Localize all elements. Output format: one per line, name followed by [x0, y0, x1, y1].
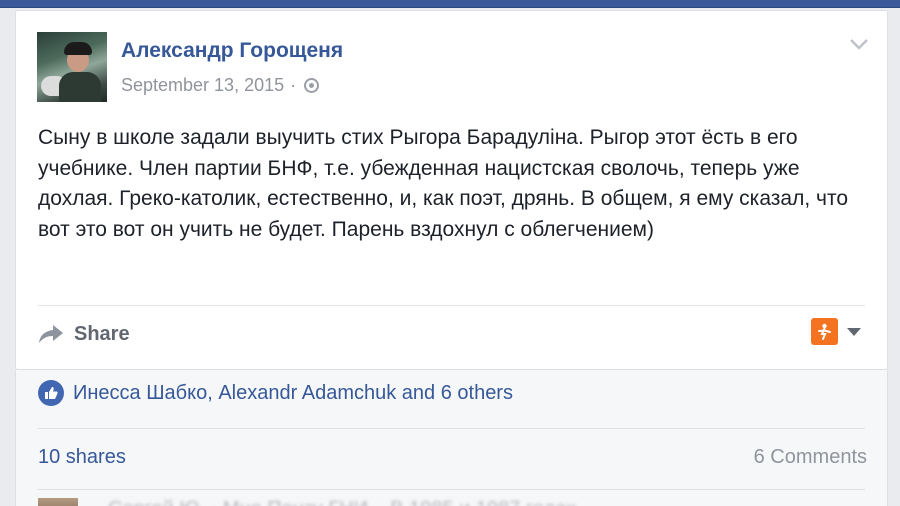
share-arrow-icon [39, 325, 63, 343]
author-avatar[interactable] [37, 32, 107, 102]
reaction-selector[interactable] [811, 318, 861, 345]
comments-count[interactable]: 6 Comments [754, 446, 867, 469]
post-card: Александр Горощеня September 13, 2015 · … [15, 10, 888, 370]
share-label: Share [74, 322, 130, 345]
likes-text[interactable]: Инесса Шабко, Alexandr Adamchuk and 6 ot… [73, 382, 513, 405]
post-footer: Инесса Шабко, Alexandr Adamchuk and 6 ot… [15, 370, 888, 506]
comment-preview: Сергей Ю. · Мне Пензу ГНИ... В 1985 и 19… [108, 498, 593, 506]
thumbs-up-icon [38, 380, 64, 406]
post-text: Сыну в школе задали выучить стих Рыгора … [38, 126, 849, 241]
post-date[interactable]: September 13, 2015 [121, 75, 284, 96]
chevron-down-icon[interactable] [849, 37, 869, 51]
shares-count[interactable]: 10 shares [38, 446, 126, 469]
orange-badge-icon[interactable] [811, 318, 838, 345]
post-meta: September 13, 2015 · [121, 75, 320, 96]
top-nav-bar [0, 0, 900, 8]
caret-down-icon[interactable] [847, 327, 861, 336]
meta-separator: · [290, 75, 297, 95]
divider [38, 489, 865, 490]
commenter-avatar[interactable] [38, 498, 78, 506]
globe-icon[interactable] [304, 78, 320, 93]
share-button[interactable]: Share [38, 319, 130, 349]
likes-summary[interactable]: Инесса Шабко, Alexandr Adamchuk and 6 ot… [38, 380, 513, 406]
divider [38, 305, 865, 306]
divider [38, 428, 865, 429]
author-name[interactable]: Александр Горощеня [121, 39, 343, 63]
